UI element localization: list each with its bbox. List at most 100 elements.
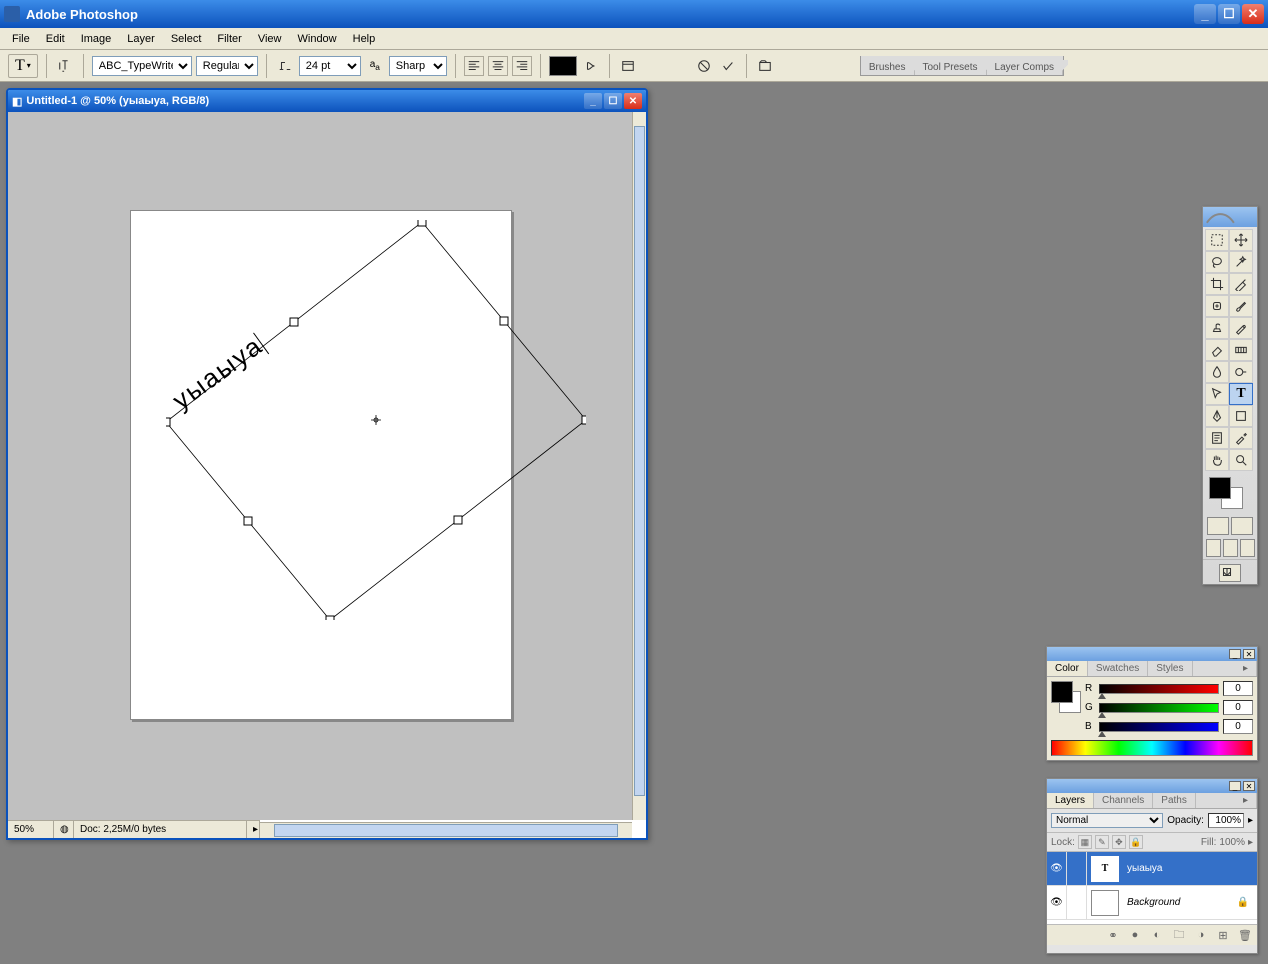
new-adjustment-button[interactable]: ◑ xyxy=(1191,927,1211,943)
menu-layer[interactable]: Layer xyxy=(119,31,163,47)
text-color-swatch[interactable] xyxy=(549,56,577,76)
tab-styles[interactable]: Styles xyxy=(1148,661,1192,676)
horizontal-scrollbar[interactable] xyxy=(260,822,632,838)
window-maximize-button[interactable]: ☐ xyxy=(1218,4,1240,24)
g-value[interactable]: 0 xyxy=(1223,700,1253,715)
new-group-button[interactable]: 🗀 xyxy=(1169,927,1189,943)
crop-tool[interactable] xyxy=(1205,273,1229,295)
window-close-button[interactable]: ✕ xyxy=(1242,4,1264,24)
pen-tool[interactable] xyxy=(1205,405,1229,427)
doc-info-menu[interactable]: ▸ xyxy=(247,821,260,838)
opacity-field[interactable]: 100% xyxy=(1208,813,1244,828)
layer-row[interactable]: 👁 Background 🔒 xyxy=(1047,886,1257,920)
panel-menu-button[interactable]: ▸ xyxy=(1235,661,1257,676)
delete-layer-button[interactable]: 🗑 xyxy=(1235,927,1255,943)
dodge-tool[interactable] xyxy=(1229,361,1253,383)
tab-paths[interactable]: Paths xyxy=(1153,793,1196,808)
lock-transparency-button[interactable]: ▦ xyxy=(1078,835,1092,849)
jump-to-imageready-button[interactable] xyxy=(1219,564,1241,582)
lock-all-button[interactable]: 🔒 xyxy=(1129,835,1143,849)
move-tool[interactable] xyxy=(1229,229,1253,251)
layer-name[interactable]: уыаыуа xyxy=(1123,863,1257,874)
fill-field[interactable]: 100% xyxy=(1219,837,1245,848)
blur-tool[interactable] xyxy=(1205,361,1229,383)
blend-mode-select[interactable]: Normal xyxy=(1051,813,1163,828)
menu-window[interactable]: Window xyxy=(290,31,345,47)
vertical-scrollbar[interactable] xyxy=(632,112,646,820)
layer-style-button[interactable]: ● xyxy=(1125,927,1145,943)
visibility-toggle[interactable]: 👁 xyxy=(1047,886,1067,919)
zoom-tool[interactable] xyxy=(1229,449,1253,471)
new-layer-button[interactable]: ⊞ xyxy=(1213,927,1233,943)
clone-stamp-tool[interactable] xyxy=(1205,317,1229,339)
doc-info[interactable]: Doc: 2,25M/0 bytes xyxy=(74,821,247,838)
history-brush-tool[interactable] xyxy=(1229,317,1253,339)
healing-brush-tool[interactable] xyxy=(1205,295,1229,317)
tab-swatches[interactable]: Swatches xyxy=(1088,661,1148,676)
palette-tab-brushes[interactable]: Brushes xyxy=(861,60,915,75)
layers-panel-header[interactable]: _ ✕ xyxy=(1047,779,1257,793)
menu-view[interactable]: View xyxy=(250,31,290,47)
layer-name[interactable]: Background xyxy=(1123,897,1229,908)
slice-tool[interactable] xyxy=(1229,273,1253,295)
eraser-tool[interactable] xyxy=(1205,339,1229,361)
panel-minimize-button[interactable]: _ xyxy=(1229,781,1241,791)
window-minimize-button[interactable]: _ xyxy=(1194,4,1216,24)
r-slider[interactable] xyxy=(1099,684,1219,694)
standard-mode-button[interactable] xyxy=(1207,517,1229,535)
transform-bounding-box[interactable] xyxy=(166,220,586,620)
link-layers-button[interactable]: ⚭ xyxy=(1103,927,1123,943)
document-title-bar[interactable]: ◧ Untitled-1 @ 50% (уыаыуа, RGB/8) _ ☐ ✕ xyxy=(8,90,646,112)
tab-layers[interactable]: Layers xyxy=(1047,793,1094,808)
color-preview[interactable] xyxy=(1051,681,1081,721)
foreground-color-swatch[interactable] xyxy=(1209,477,1231,499)
panel-close-button[interactable]: ✕ xyxy=(1243,781,1255,791)
canvas-area[interactable]: уыаыуа xyxy=(8,112,634,820)
file-browser-button[interactable] xyxy=(755,56,775,76)
lock-pixels-button[interactable]: ✎ xyxy=(1095,835,1109,849)
hand-tool[interactable] xyxy=(1205,449,1229,471)
warp-text-button[interactable] xyxy=(581,56,601,76)
type-tool[interactable]: T xyxy=(1229,383,1253,405)
menu-edit[interactable]: Edit xyxy=(38,31,73,47)
tab-channels[interactable]: Channels xyxy=(1094,793,1153,808)
screen-standard-button[interactable] xyxy=(1206,539,1221,557)
cancel-transform-button[interactable] xyxy=(694,56,714,76)
tool-preset-picker[interactable]: T ▾ xyxy=(8,54,38,78)
eyedropper-tool[interactable] xyxy=(1229,427,1253,449)
fill-dropdown-icon[interactable]: ▸ xyxy=(1248,837,1253,848)
layer-thumbnail[interactable]: T xyxy=(1091,856,1119,882)
g-slider[interactable] xyxy=(1099,703,1219,713)
layer-thumbnail[interactable] xyxy=(1091,890,1119,916)
tab-color[interactable]: Color xyxy=(1047,661,1088,676)
color-spectrum[interactable] xyxy=(1051,740,1253,756)
menu-file[interactable]: File xyxy=(4,31,38,47)
shape-tool[interactable] xyxy=(1229,405,1253,427)
r-value[interactable]: 0 xyxy=(1223,681,1253,696)
link-toggle[interactable] xyxy=(1067,852,1087,885)
notes-tool[interactable] xyxy=(1205,427,1229,449)
color-panel-header[interactable]: _ ✕ xyxy=(1047,647,1257,661)
align-left-button[interactable] xyxy=(464,56,484,76)
font-size-select[interactable]: 24 pt xyxy=(299,56,361,76)
path-selection-tool[interactable] xyxy=(1205,383,1229,405)
quickmask-mode-button[interactable] xyxy=(1231,517,1253,535)
layer-row[interactable]: 👁 T уыаыуа xyxy=(1047,852,1257,886)
panel-close-button[interactable]: ✕ xyxy=(1243,649,1255,659)
layer-mask-button[interactable]: ◐ xyxy=(1147,927,1167,943)
b-value[interactable]: 0 xyxy=(1223,719,1253,734)
doc-maximize-button[interactable]: ☐ xyxy=(604,93,622,109)
marquee-tool[interactable] xyxy=(1205,229,1229,251)
text-orientation-button[interactable] xyxy=(55,56,75,76)
palette-tab-layer-comps[interactable]: Layer Comps xyxy=(987,60,1063,75)
visibility-toggle[interactable]: 👁 xyxy=(1047,852,1067,885)
panel-minimize-button[interactable]: _ xyxy=(1229,649,1241,659)
status-icon[interactable]: ◍ xyxy=(54,821,74,838)
font-style-select[interactable]: Regular xyxy=(196,56,258,76)
link-toggle[interactable] xyxy=(1067,886,1087,919)
gradient-tool[interactable] xyxy=(1229,339,1253,361)
align-right-button[interactable] xyxy=(512,56,532,76)
color-picker[interactable] xyxy=(1207,477,1253,511)
doc-minimize-button[interactable]: _ xyxy=(584,93,602,109)
zoom-field[interactable]: 50% xyxy=(8,821,54,838)
